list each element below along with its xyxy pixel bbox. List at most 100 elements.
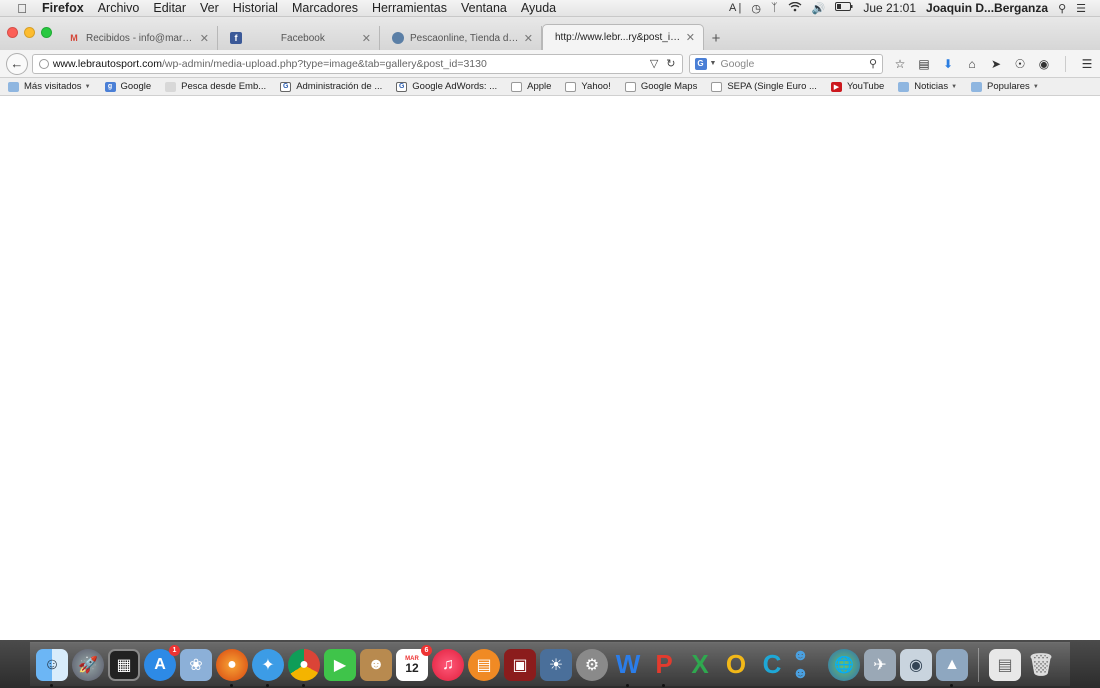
apple-logo-icon[interactable]:  (12, 1, 32, 16)
hamburger-menu-icon[interactable]: ☰ (1080, 57, 1094, 71)
menu-clock[interactable]: Jue 21:01 (863, 1, 916, 15)
bookmark-label: Yahoo! (581, 81, 611, 92)
photo-app-icon[interactable]: ▲ (936, 648, 968, 687)
menu-ventana[interactable]: Ventana (454, 1, 514, 15)
trash-icon[interactable]: 🗑 (1025, 649, 1057, 681)
tab-lebrautosport[interactable]: http://www.lebr...ry&post_id=3130 ✕ (542, 24, 704, 50)
contacts-icon[interactable]: ☻ (360, 648, 392, 681)
pesca-icon (165, 81, 177, 92)
bookmark-adwords[interactable]: G Google AdWords: ... (396, 81, 497, 92)
bluetooth-icon[interactable]: ᛉ (771, 2, 778, 14)
tab-facebook[interactable]: f Facebook ✕ (218, 26, 380, 50)
messenger-icon[interactable]: ☻☻ (792, 647, 824, 682)
sync-icon[interactable]: ☉ (1013, 57, 1027, 71)
adobe-icon[interactable]: A | (729, 2, 741, 14)
bookmark-apple[interactable]: Apple (511, 81, 551, 92)
menu-ayuda[interactable]: Ayuda (514, 1, 563, 15)
menu-archivo[interactable]: Archivo (91, 1, 147, 15)
battery-icon[interactable] (835, 2, 853, 14)
ibooks-icon[interactable]: ▤ (468, 648, 500, 681)
network-icon[interactable]: 🌐 (828, 648, 860, 681)
tab-gmail[interactable]: M Recibidos - info@marketing... ✕ (56, 26, 218, 50)
menu-user[interactable]: Joaquin D...Berganza (926, 1, 1048, 15)
bookmark-sepa[interactable]: SEPA (Single Euro ... (711, 81, 817, 92)
menu-historial[interactable]: Historial (226, 1, 285, 15)
google-engine-icon[interactable]: G (694, 57, 707, 70)
iphoto-icon[interactable]: ☀ (540, 648, 572, 681)
search-icon[interactable]: ⚲ (869, 57, 877, 70)
menu-ver[interactable]: Ver (193, 1, 226, 15)
downloads-icon[interactable]: ⬇ (941, 57, 955, 71)
calendar-icon[interactable]: MAR 12 6 (396, 644, 432, 681)
bookmark-google-maps[interactable]: Google Maps (624, 81, 697, 92)
calendar-day: 12 (405, 660, 419, 675)
bookmark-youtube[interactable]: ▶ YouTube (830, 81, 884, 92)
communicator-icon[interactable]: C (756, 649, 788, 681)
safari-icon[interactable]: ✦ (252, 648, 284, 687)
time-machine-icon[interactable]: ◷ (751, 2, 761, 15)
tab-strip: M Recibidos - info@marketing... ✕ f Face… (0, 17, 1100, 50)
close-tab-icon[interactable]: ✕ (524, 32, 533, 45)
menu-herramientas[interactable]: Herramientas (365, 1, 454, 15)
blank-page-icon (511, 81, 523, 92)
minimize-window-button[interactable] (24, 27, 35, 38)
facetime-icon[interactable]: ▶ (324, 648, 356, 681)
app-store-icon[interactable]: A1 (144, 644, 180, 681)
close-tab-icon[interactable]: ✕ (686, 31, 695, 44)
new-tab-button[interactable]: + (704, 26, 728, 50)
tab-pescaonline[interactable]: Pescaonline, Tienda de Pes... ✕ (380, 26, 542, 50)
outlook-icon[interactable]: O (720, 649, 752, 681)
bookmark-yahoo[interactable]: Yahoo! (565, 81, 611, 92)
address-bar[interactable]: www.lebrautosport.com /wp-admin/media-up… (31, 53, 683, 74)
reload-icon[interactable]: ↻ (666, 57, 675, 70)
photo-booth-icon[interactable]: ▣ (504, 648, 536, 681)
site-identity-icon[interactable] (38, 58, 49, 69)
pescaonline-icon (392, 32, 404, 44)
finder-icon[interactable]: ☺ (36, 648, 68, 687)
bookmark-noticias[interactable]: Noticias ▼ (898, 81, 957, 92)
close-window-button[interactable] (7, 27, 18, 38)
notification-center-icon[interactable]: ☰ (1076, 2, 1086, 15)
bookmark-google[interactable]: g Google (104, 81, 151, 92)
volume-icon[interactable]: 🔊 (812, 2, 826, 15)
menu-app-name[interactable]: Firefox (32, 1, 91, 15)
chat-icon[interactable]: ◉ (1037, 57, 1051, 71)
close-tab-icon[interactable]: ✕ (200, 32, 209, 45)
bookmark-mas-visitados[interactable]: Más visitados ▼ (8, 81, 91, 92)
image-capture-icon[interactable]: ◉ (900, 648, 932, 681)
menu-marcadores[interactable]: Marcadores (285, 1, 365, 15)
menu-editar[interactable]: Editar (146, 1, 193, 15)
blank-page-icon (624, 81, 636, 92)
chrome-icon[interactable]: ● (288, 648, 320, 687)
tab-label: http://www.lebr...ry&post_id=3130 (555, 32, 682, 43)
engine-dropdown-icon[interactable]: ▼ (710, 60, 717, 67)
bookmark-star-icon[interactable]: ☆ (893, 57, 907, 71)
home-icon[interactable]: ⌂ (965, 57, 979, 71)
firefox-icon[interactable]: ● (216, 648, 248, 687)
history-dropdown-icon[interactable]: ▽ (650, 57, 658, 70)
page-content-blank[interactable] (0, 96, 1100, 640)
word-icon[interactable]: W (612, 649, 644, 687)
bookmark-populares[interactable]: Populares ▼ (971, 81, 1039, 92)
spotlight-search-icon[interactable]: ⚲ (1058, 2, 1066, 15)
close-tab-icon[interactable]: ✕ (362, 32, 371, 45)
bookmark-administracion[interactable]: G Administración de ... (280, 81, 382, 92)
back-button[interactable]: ← (6, 52, 28, 75)
zoom-window-button[interactable] (41, 27, 52, 38)
tab-label: Recibidos - info@marketing... (86, 32, 196, 44)
bookmarks-menu-icon[interactable]: ▤ (917, 57, 931, 71)
bookmark-pesca[interactable]: Pesca desde Emb... (165, 81, 266, 92)
send-icon[interactable]: ➤ (989, 57, 1003, 71)
excel-icon[interactable]: X (684, 649, 716, 681)
preview-icon[interactable]: ❀ (180, 648, 212, 681)
system-preferences-icon[interactable]: ⚙ (576, 648, 608, 681)
wifi-icon[interactable] (788, 1, 802, 15)
launchpad-icon[interactable]: 🚀 (72, 648, 104, 681)
chevron-down-icon: ▼ (1032, 83, 1039, 90)
search-bar[interactable]: G ▼ Google ⚲ (688, 53, 883, 74)
mission-control-icon[interactable]: ▦ (108, 648, 140, 681)
utility-app-icon[interactable]: ✈ (864, 648, 896, 681)
itunes-icon[interactable]: ♫ (432, 648, 464, 681)
document-stack-icon[interactable]: ▤ (989, 648, 1021, 681)
powerpoint-icon[interactable]: P (648, 649, 680, 687)
